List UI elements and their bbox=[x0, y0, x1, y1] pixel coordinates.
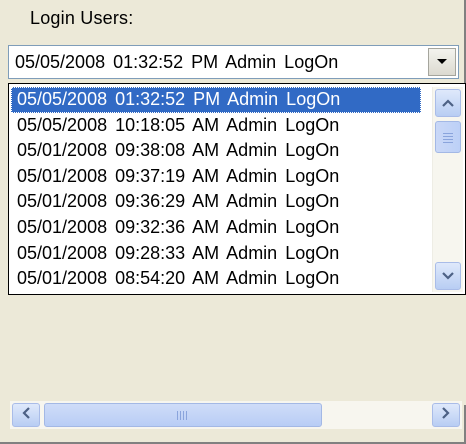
list-item[interactable]: 05/01/2008 09:32:36 AM Admin LogOn bbox=[11, 215, 421, 241]
scroll-right-button[interactable] bbox=[432, 403, 460, 427]
horizontal-scrollbar[interactable] bbox=[10, 401, 462, 429]
chevron-down-icon bbox=[436, 58, 448, 66]
chevron-up-icon bbox=[442, 94, 454, 112]
combobox-selected-value: 05/05/2008 01:32:52 PM Admin LogOn bbox=[15, 52, 339, 72]
list-item[interactable]: 05/01/2008 08:54:20 AM Admin LogOn bbox=[11, 266, 421, 292]
panel-title: Login Users: bbox=[30, 8, 134, 28]
vertical-scroll-thumb[interactable] bbox=[435, 121, 461, 153]
scroll-up-button[interactable] bbox=[435, 89, 461, 117]
chevron-left-icon bbox=[22, 406, 30, 424]
scroll-left-button[interactable] bbox=[12, 403, 40, 427]
list-item[interactable]: 05/05/2008 10:18:05 AM Admin LogOn bbox=[11, 113, 421, 139]
list-item[interactable]: 05/01/2008 09:38:08 AM Admin LogOn bbox=[11, 138, 421, 164]
scroll-down-button[interactable] bbox=[435, 262, 461, 290]
list-item[interactable]: 05/01/2008 09:37:19 AM Admin LogOn bbox=[11, 164, 421, 190]
horizontal-scroll-thumb[interactable] bbox=[44, 403, 322, 427]
list-item[interactable]: 05/05/2008 01:32:52 PM Admin LogOn bbox=[11, 87, 421, 113]
dropdown-button[interactable] bbox=[428, 48, 456, 76]
empty-area bbox=[8, 295, 466, 405]
list-item[interactable]: 05/01/2008 09:28:33 AM Admin LogOn bbox=[11, 241, 421, 267]
chevron-right-icon bbox=[442, 406, 450, 424]
list-item[interactable]: 05/01/2008 09:36:29 AM Admin LogOn bbox=[11, 189, 421, 215]
chevron-down-icon bbox=[442, 267, 454, 285]
login-users-combobox[interactable]: 05/05/2008 01:32:52 PM Admin LogOn bbox=[8, 45, 459, 79]
login-users-dropdown-list[interactable]: 05/05/2008 01:32:52 PM Admin LogOn 05/05/… bbox=[8, 83, 466, 295]
login-users-panel: Login Users: 05/05/2008 01:32:52 PM Admi… bbox=[0, 0, 466, 444]
list-items: 05/05/2008 01:32:52 PM Admin LogOn 05/05/… bbox=[11, 87, 421, 292]
vertical-scrollbar[interactable] bbox=[432, 87, 463, 292]
